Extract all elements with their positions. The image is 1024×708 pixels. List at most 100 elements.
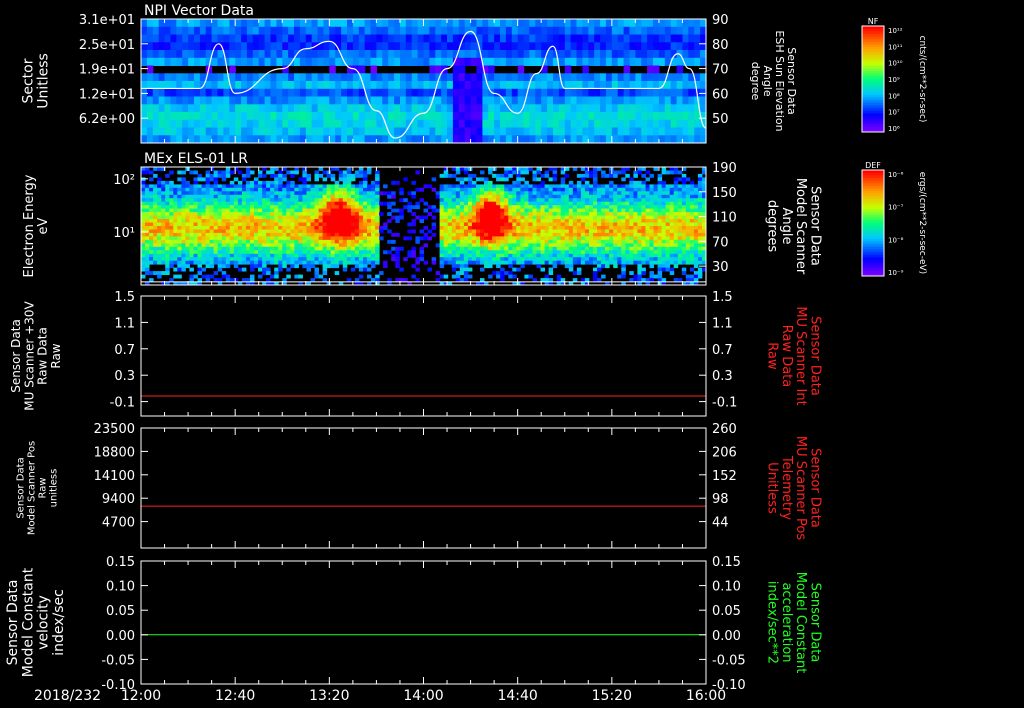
npi-cell (676, 96, 684, 105)
npi-cell (264, 19, 272, 28)
els-cell (229, 201, 235, 206)
els-cell (407, 191, 412, 196)
els-cell (637, 229, 642, 234)
els-cell (439, 198, 445, 203)
els-cell (334, 239, 340, 244)
els-cell (225, 205, 231, 210)
els-cell (338, 205, 344, 210)
els-cell (649, 215, 654, 220)
els-cell (552, 243, 558, 248)
els-cell (189, 201, 194, 206)
els-cell (544, 232, 550, 237)
els-cell (375, 208, 380, 213)
els-cell (169, 260, 174, 265)
npi-cell (535, 127, 542, 136)
npi-cell (582, 34, 589, 43)
els-cell (286, 232, 291, 237)
npi-cell (199, 42, 207, 51)
els-cell (677, 187, 683, 192)
els-cell (685, 198, 691, 203)
els-cell (213, 222, 219, 227)
els-cell (209, 222, 215, 227)
npi-cell (329, 88, 336, 97)
els-cell (447, 212, 453, 216)
els-cell (613, 257, 618, 262)
npi-cell (241, 127, 248, 136)
els-cell (145, 170, 150, 175)
els-cell (189, 274, 194, 279)
els-cell (173, 187, 178, 192)
els-cell (496, 271, 501, 275)
npi-cell (352, 19, 360, 28)
els-cell (201, 257, 206, 262)
els-cell (524, 180, 529, 185)
els-cell (564, 205, 570, 210)
els-cell (173, 226, 178, 230)
els-cell (492, 173, 497, 178)
els-cell (205, 201, 211, 206)
npi-cell (182, 127, 189, 136)
els-cell (532, 246, 537, 251)
els-cell (375, 274, 380, 279)
els-cell (391, 257, 396, 262)
els-cell (576, 184, 582, 189)
els-cell (572, 208, 578, 213)
npi-cell (429, 112, 436, 121)
npi-cell (535, 104, 542, 113)
els-cell (455, 215, 461, 220)
els-cell (342, 267, 348, 272)
els-cell (532, 236, 537, 241)
npi-cell (370, 112, 377, 121)
els-cell (338, 260, 344, 265)
els-cell (395, 250, 400, 255)
npi-cell (676, 127, 684, 136)
npi-cell (611, 34, 619, 43)
els-cell (274, 215, 279, 220)
els-cell (241, 191, 247, 196)
npi-cell (435, 112, 442, 121)
npi-cell (376, 26, 383, 35)
els-cell (621, 208, 626, 213)
npi-cell (405, 104, 413, 113)
els-cell (564, 264, 570, 269)
els-cell (322, 201, 328, 206)
npi-cell (294, 57, 301, 66)
npi-cell (388, 19, 395, 28)
els-cell (197, 212, 202, 216)
els-cell (197, 257, 202, 262)
els-cell (358, 264, 364, 269)
els-cell (241, 222, 247, 227)
els-cell (358, 212, 364, 216)
els-cell (326, 173, 332, 178)
npi-cell (664, 104, 672, 113)
els-cell (625, 205, 630, 210)
npi-cell (617, 34, 625, 43)
els-cell (625, 194, 630, 199)
npi-cell (141, 19, 148, 28)
els-cell (141, 250, 146, 255)
npi-cell (564, 104, 572, 113)
npi-cell (388, 50, 395, 59)
els-cell (354, 212, 360, 216)
npi-cell (400, 104, 407, 113)
els-cell (375, 260, 380, 265)
npi-cell (352, 42, 360, 51)
els-cell (213, 219, 219, 223)
els-cell (536, 219, 541, 223)
els-cell (254, 253, 259, 258)
npi-cell (223, 127, 230, 136)
els-cell (270, 170, 275, 175)
els-cell (693, 226, 699, 230)
els-cell (601, 264, 606, 269)
npi-cell (358, 135, 366, 144)
npi-cell (164, 104, 171, 113)
els-cell (282, 253, 287, 258)
els-cell (153, 191, 158, 196)
npi-cell (370, 81, 377, 90)
els-cell (318, 257, 324, 262)
els-cell (459, 226, 465, 230)
els-cell (508, 219, 513, 223)
els-cell (387, 250, 392, 255)
npi-cell (317, 88, 325, 97)
els-cell (153, 226, 158, 230)
